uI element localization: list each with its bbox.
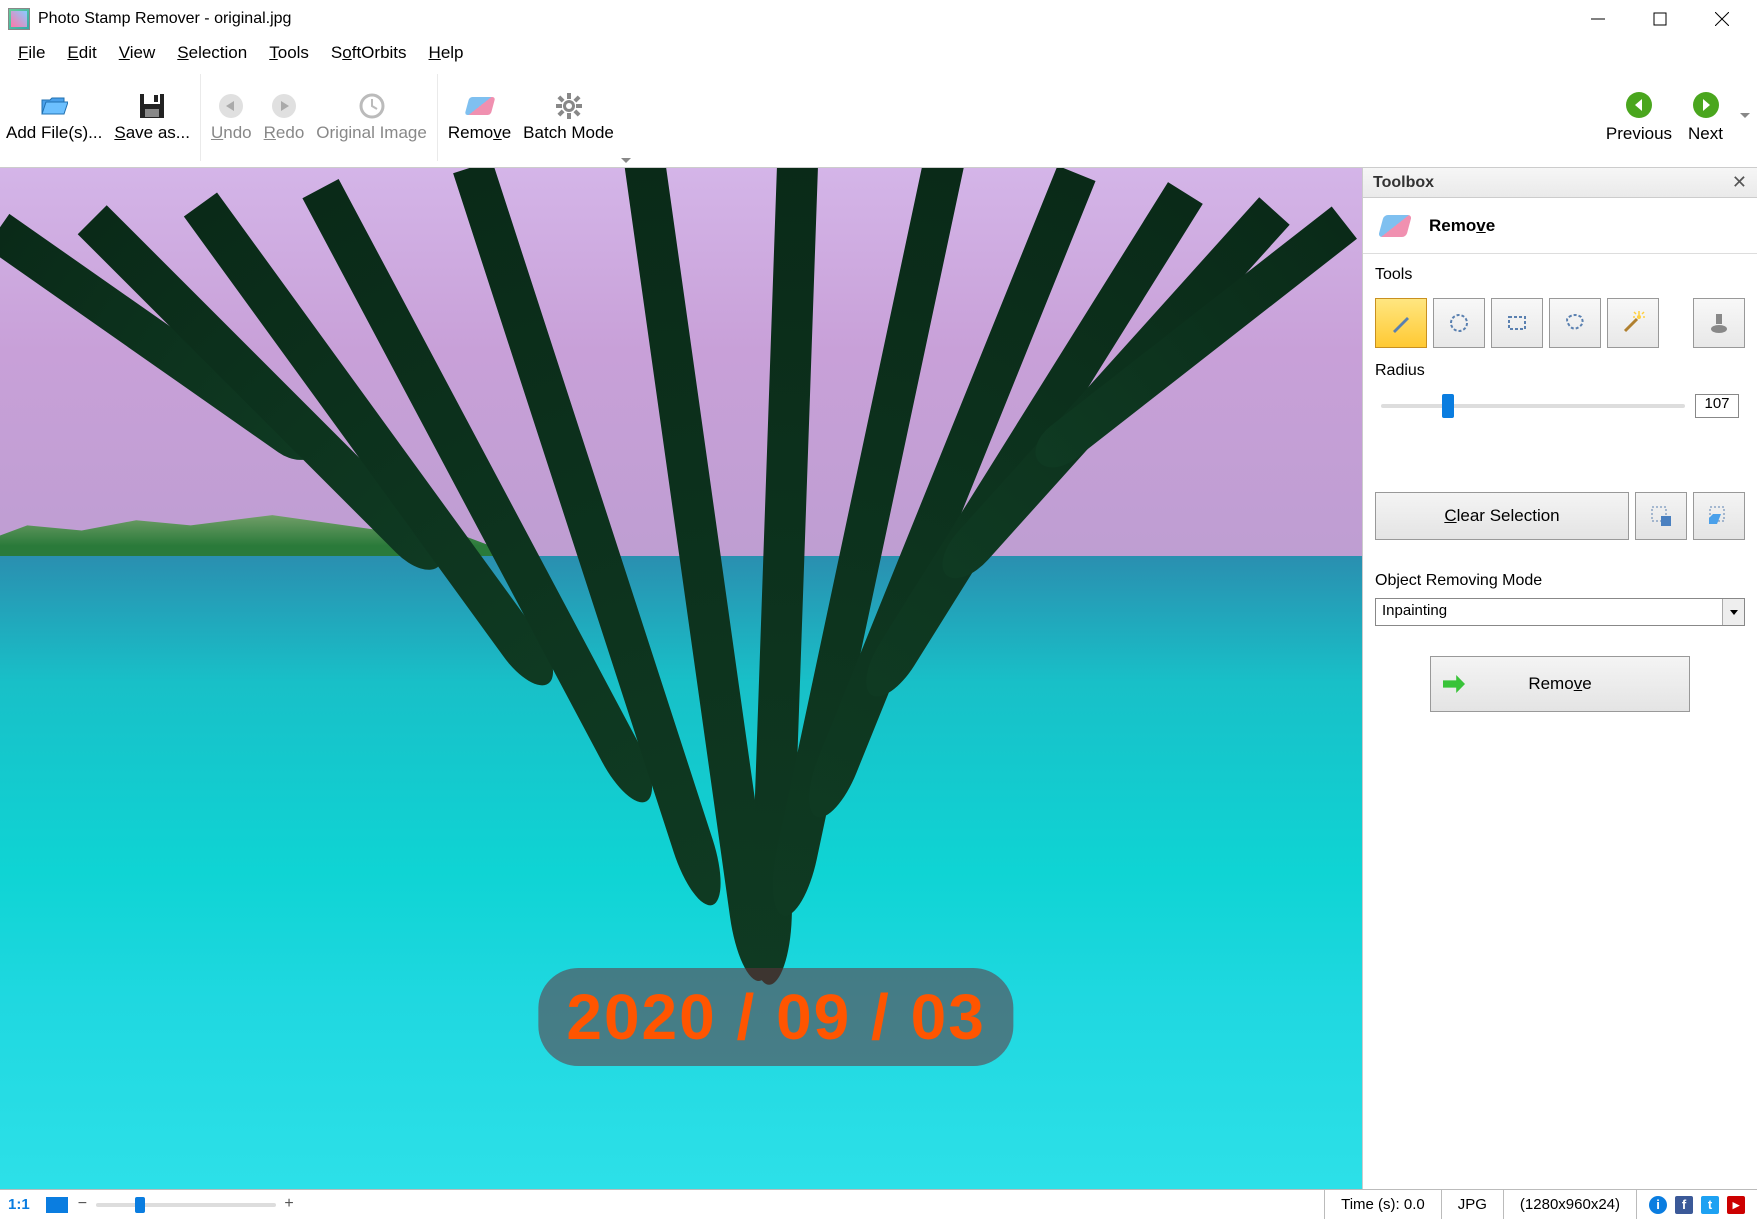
history-icon — [357, 91, 387, 121]
info-icon[interactable]: i — [1649, 1196, 1667, 1214]
add-files-label: Add File(s)... — [6, 123, 102, 143]
next-label: Next — [1688, 124, 1723, 144]
toolbar-overflow[interactable] — [620, 68, 632, 167]
youtube-icon[interactable]: ▸ — [1727, 1196, 1745, 1214]
magic-wand-tool-button[interactable] — [1607, 298, 1659, 348]
folder-open-icon — [39, 91, 69, 121]
toolbox-close-icon[interactable]: ✕ — [1732, 172, 1747, 193]
tool-buttons — [1375, 298, 1745, 348]
toolbox-panel: Toolbox ✕ Remove Tools Radius 107 — [1362, 168, 1757, 1189]
undo-button[interactable]: Undo — [205, 68, 258, 167]
save-selection-button[interactable] — [1635, 492, 1687, 540]
menu-view[interactable]: View — [109, 39, 166, 67]
status-format: JPG — [1441, 1190, 1503, 1219]
nav-overflow[interactable] — [1739, 113, 1751, 122]
redo-label: Redo — [264, 123, 305, 143]
tools-label: Tools — [1375, 266, 1745, 284]
status-bar: 1:1 − + Time (s): 0.0 JPG (1280x960x24) … — [0, 1189, 1757, 1219]
maximize-button[interactable] — [1629, 2, 1691, 36]
lasso-tool-button[interactable] — [1549, 298, 1601, 348]
zoom-fit-button[interactable] — [46, 1197, 68, 1213]
next-button[interactable]: Next — [1688, 92, 1723, 144]
status-time: Time (s): 0.0 — [1324, 1190, 1441, 1219]
clear-selection-button[interactable]: Clear Selection — [1375, 492, 1629, 540]
menu-selection[interactable]: Selection — [167, 39, 257, 67]
minimize-button[interactable] — [1567, 2, 1629, 36]
undo-icon — [216, 91, 246, 121]
social-links: i f t ▸ — [1636, 1190, 1757, 1219]
gear-icon — [554, 91, 584, 121]
remove-section-header: Remove — [1363, 198, 1757, 254]
eraser-icon — [465, 91, 495, 121]
title-bar: Photo Stamp Remover - original.jpg — [0, 0, 1757, 38]
facebook-icon[interactable]: f — [1675, 1196, 1693, 1214]
window-title: Photo Stamp Remover - original.jpg — [38, 10, 291, 28]
eraser-icon — [1378, 215, 1412, 237]
redo-icon — [269, 91, 299, 121]
previous-icon — [1626, 92, 1652, 118]
next-icon — [1693, 92, 1719, 118]
original-image-label: Original Image — [316, 123, 427, 143]
save-as-button[interactable]: Save as... — [108, 68, 196, 167]
twitter-icon[interactable]: t — [1701, 1196, 1719, 1214]
save-icon — [137, 91, 167, 121]
free-select-tool-button[interactable] — [1433, 298, 1485, 348]
menu-edit[interactable]: Edit — [57, 39, 106, 67]
main-toolbar: Add File(s)... Save as... Undo Redo Orig… — [0, 68, 1757, 168]
toolbox-header: Toolbox ✕ — [1363, 168, 1757, 198]
clone-stamp-tool-button[interactable] — [1693, 298, 1745, 348]
add-files-button[interactable]: Add File(s)... — [0, 68, 108, 167]
main-remove-button[interactable]: Remove — [1430, 656, 1690, 712]
rect-select-tool-button[interactable] — [1491, 298, 1543, 348]
app-icon — [8, 8, 30, 30]
close-button[interactable] — [1691, 2, 1753, 36]
arrow-right-icon — [1443, 675, 1465, 693]
menu-file[interactable]: File — [8, 39, 55, 67]
redo-button[interactable]: Redo — [258, 68, 311, 167]
previous-label: Previous — [1606, 124, 1672, 144]
toolbox-title: Toolbox — [1373, 174, 1434, 192]
zoom-slider-thumb[interactable] — [135, 1197, 145, 1213]
mode-value: Inpainting — [1376, 599, 1722, 625]
original-image-button[interactable]: Original Image — [310, 68, 433, 167]
status-dimensions: (1280x960x24) — [1503, 1190, 1636, 1219]
marker-tool-button[interactable] — [1375, 298, 1427, 348]
menu-help[interactable]: Help — [419, 39, 474, 67]
radius-slider[interactable] — [1381, 404, 1685, 408]
remove-button[interactable]: Remove — [442, 68, 517, 167]
remove-section-label: Remove — [1429, 216, 1495, 236]
zoom-1to1-button[interactable]: 1:1 — [0, 1194, 38, 1215]
undo-label: Undo — [211, 123, 252, 143]
zoom-slider[interactable]: − + — [96, 1203, 276, 1207]
batch-mode-button[interactable]: Batch Mode — [517, 68, 620, 167]
save-as-label: Save as... — [114, 123, 190, 143]
batch-mode-label: Batch Mode — [523, 123, 614, 143]
image-canvas[interactable]: 2020 / 09 / 03 — [0, 168, 1362, 1189]
menu-tools[interactable]: Tools — [259, 39, 319, 67]
radius-value-input[interactable]: 107 — [1695, 394, 1739, 418]
chevron-down-icon[interactable] — [1722, 599, 1744, 625]
menu-bar: File Edit View Selection Tools SoftOrbit… — [0, 38, 1757, 68]
radius-slider-thumb[interactable] — [1442, 394, 1454, 418]
remove-label: Remove — [448, 123, 511, 143]
previous-button[interactable]: Previous — [1606, 92, 1672, 144]
radius-label: Radius — [1375, 362, 1745, 380]
menu-softorbits[interactable]: SoftOrbits — [321, 39, 417, 67]
mode-label: Object Removing Mode — [1375, 572, 1745, 590]
date-stamp-selection: 2020 / 09 / 03 — [538, 968, 1013, 1066]
load-selection-button[interactable] — [1693, 492, 1745, 540]
mode-dropdown[interactable]: Inpainting — [1375, 598, 1745, 626]
